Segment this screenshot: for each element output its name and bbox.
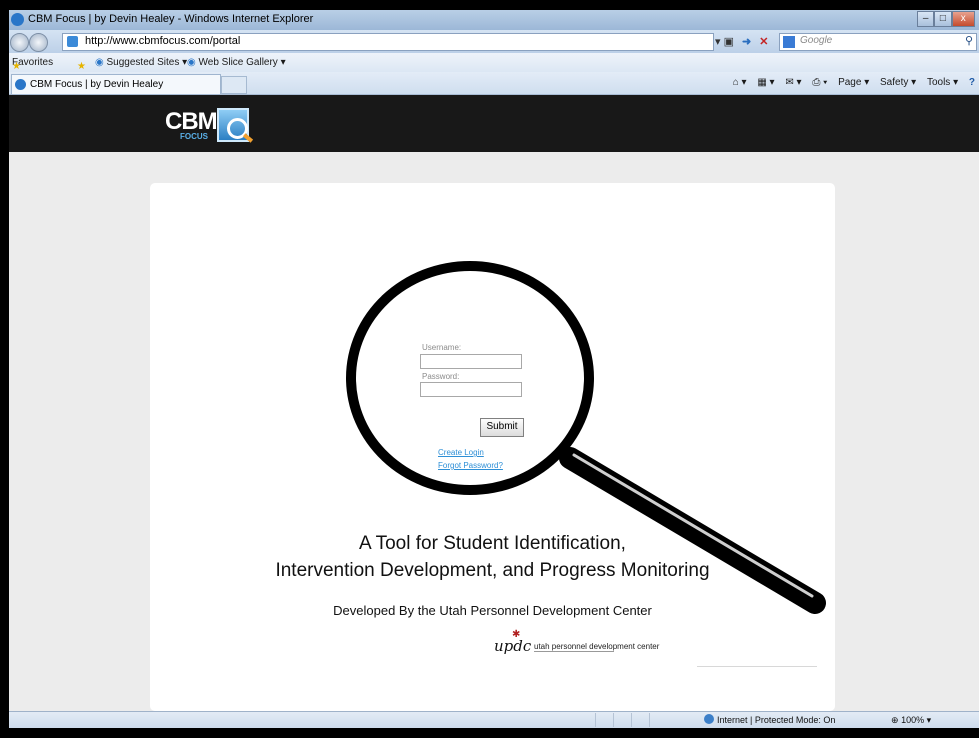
password-field[interactable] [420, 382, 522, 397]
favorites-star-icon: ★ [12, 61, 21, 72]
favorites-bar: ★ Favorites ★ ◉ Suggested Sites ▾ ◉ Web … [9, 53, 979, 72]
login-panel: Username: Password: Submit Create Login … [150, 183, 835, 711]
minimize-button[interactable]: – [917, 11, 935, 27]
compat-view-icon[interactable]: ▾ ▣ [715, 36, 734, 48]
address-tools: ▾ ▣ ➜ ✕ [715, 35, 768, 48]
page-content: CBM FOCUS Username: Password: Submit Cre… [9, 95, 979, 711]
web-slice-icon: ◉ [187, 57, 196, 68]
create-login-link[interactable]: Create Login [438, 448, 484, 457]
tagline-line-1: A Tool for Student Identification, [359, 533, 626, 554]
window-controls: – □ x [917, 11, 975, 27]
tab-favicon-icon [15, 79, 26, 90]
tab-cbm-focus[interactable]: CBM Focus | by Devin Healey [11, 74, 221, 94]
password-label: Password: [422, 372, 460, 381]
close-button[interactable]: x [951, 11, 975, 27]
google-icon [783, 36, 795, 48]
feeds-icon[interactable]: ▦ ▾ [757, 77, 774, 88]
tab-bar: CBM Focus | by Devin Healey ⌂ ▾ ▦ ▾ ✉ ▾ … [9, 72, 979, 95]
address-toolbar: http://www.cbmfocus.com/portal ▾ ▣ ➜ ✕ Goo… [9, 30, 979, 53]
new-tab-button[interactable] [221, 76, 247, 94]
submit-button[interactable]: Submit [480, 418, 524, 437]
forward-button[interactable] [29, 33, 48, 52]
print-icon[interactable]: ⎙ ▾ [812, 77, 827, 88]
logo-subtext: FOCUS [180, 132, 208, 141]
tools-menu[interactable]: Tools ▾ [927, 77, 958, 88]
site-header: CBM FOCUS [9, 95, 979, 152]
web-slice-gallery-link[interactable]: ◉ Web Slice Gallery ▾ [187, 57, 286, 68]
login-form: Username: Password: Submit Create Login … [420, 343, 560, 493]
status-segment [613, 713, 624, 727]
username-field[interactable] [420, 354, 522, 369]
internet-zone-icon [704, 714, 714, 724]
username-label: Username: [422, 343, 462, 352]
footer-divider [697, 666, 817, 667]
tagline-line-2: Intervention Development, and Progress M… [275, 560, 710, 581]
mail-icon[interactable]: ✉ ▾ [785, 77, 801, 88]
tab-title: CBM Focus | by Devin Healey [30, 79, 164, 90]
refresh-icon[interactable]: ➜ [742, 36, 751, 48]
back-button[interactable] [10, 33, 29, 52]
suggested-sites-link[interactable]: ◉ Suggested Sites ▾ [95, 57, 187, 68]
page-menu[interactable]: Page ▾ [838, 77, 869, 88]
address-bar[interactable]: http://www.cbmfocus.com/portal [62, 33, 714, 51]
window-title: CBM Focus | by Devin Healey - Windows In… [28, 13, 314, 25]
search-icon[interactable]: ⚲ [965, 34, 973, 47]
browser-window: CBM Focus | by Devin Healey - Windows In… [9, 10, 979, 728]
home-icon[interactable]: ⌂ ▾ [733, 77, 747, 88]
updc-underline [534, 651, 614, 652]
status-segment [649, 713, 660, 727]
status-segment [631, 713, 642, 727]
safety-menu[interactable]: Safety ▾ [880, 77, 916, 88]
security-zone-text[interactable]: Internet | Protected Mode: On [717, 715, 835, 725]
suggested-sites-icon: ◉ [95, 57, 104, 68]
status-segment [595, 713, 606, 727]
updc-name: utah personnel development center [534, 642, 660, 651]
zoom-level[interactable]: ⊕ 100% ▾ [891, 715, 931, 726]
maximize-button[interactable]: □ [934, 11, 952, 27]
help-icon[interactable]: ? [969, 77, 975, 88]
forgot-password-link[interactable]: Forgot Password? [438, 461, 503, 470]
address-url[interactable]: http://www.cbmfocus.com/portal [85, 35, 240, 47]
cbm-focus-logo[interactable]: CBM FOCUS [165, 106, 275, 146]
search-placeholder[interactable]: Google [800, 35, 832, 46]
updc-logo: ✱ updc utah personnel development center [494, 629, 659, 657]
zoom-icon: ⊕ [891, 715, 899, 725]
stop-icon[interactable]: ✕ [759, 36, 768, 48]
page-icon [67, 36, 78, 47]
title-bar: CBM Focus | by Devin Healey - Windows In… [9, 10, 979, 30]
favorites-button[interactable]: ★ Favorites [12, 57, 53, 72]
updc-mark: updc [494, 637, 532, 655]
developed-by-text: Developed By the Utah Personnel Developm… [333, 603, 652, 618]
status-bar: Internet | Protected Mode: On ⊕ 100% ▾ [9, 711, 979, 728]
search-box[interactable]: Google ⚲ [779, 33, 977, 51]
ie-logo-icon [11, 13, 24, 26]
command-bar: ⌂ ▾ ▦ ▾ ✉ ▾ ⎙ ▾ Page ▾ Safety ▾ Tools ▾ … [725, 77, 975, 88]
